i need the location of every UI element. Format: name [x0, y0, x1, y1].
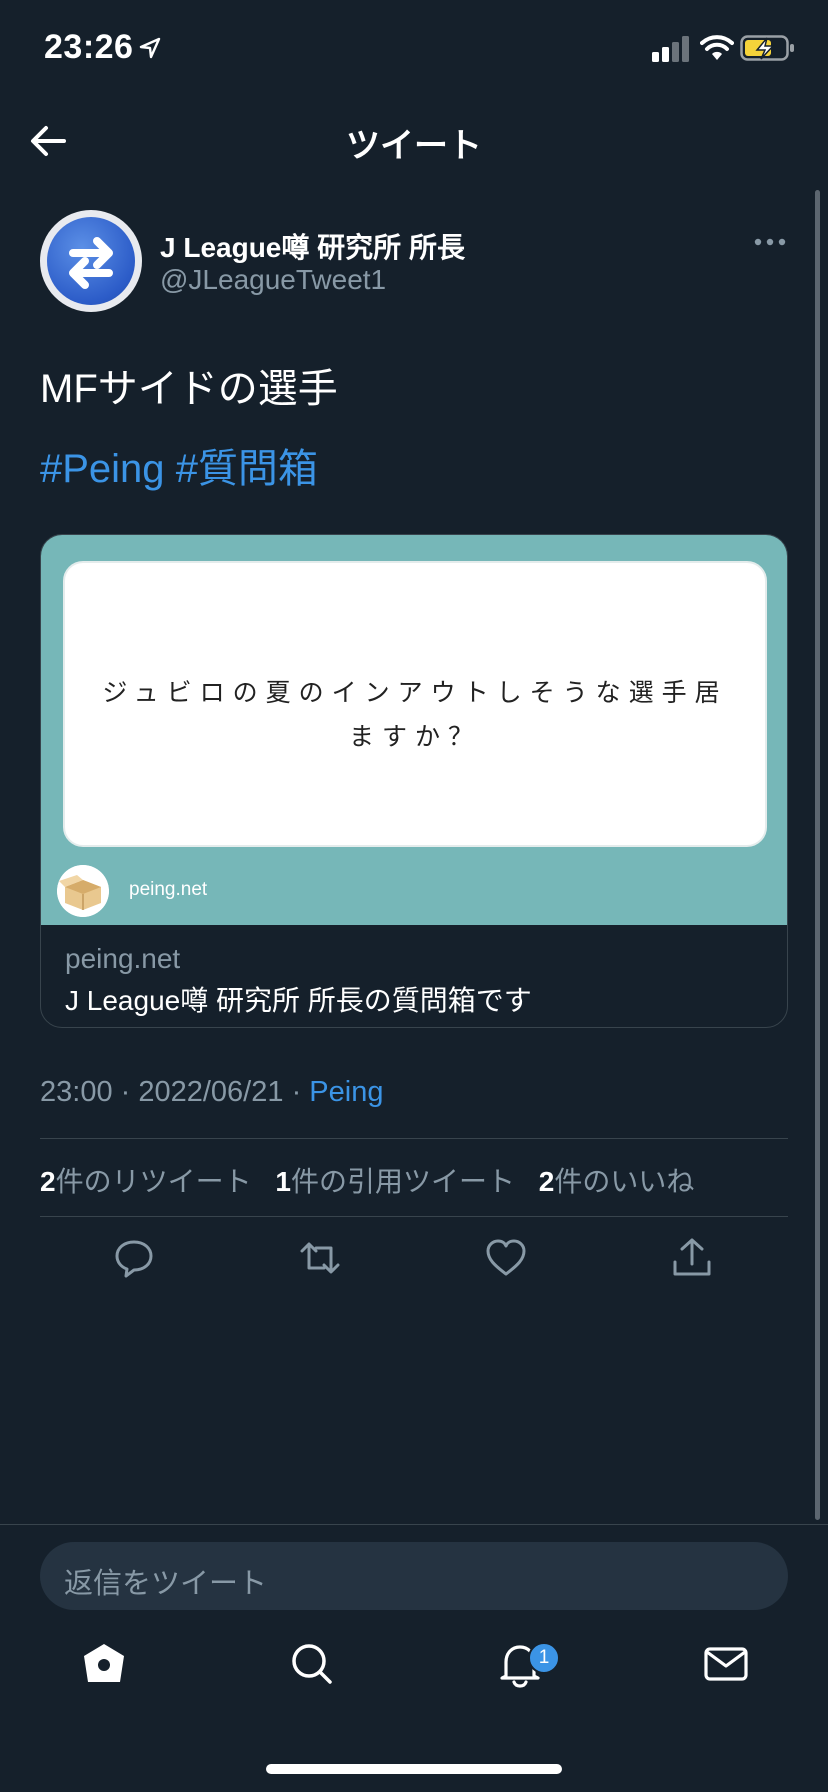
tweet-text: MFサイドの選手	[40, 367, 338, 411]
retweets-count: 2	[40, 1166, 56, 1197]
quotes-count: 1	[275, 1166, 291, 1197]
peing-box-logo	[57, 865, 109, 917]
divider	[40, 1216, 788, 1217]
likes-label: 件のいいね	[554, 1166, 695, 1197]
author-avatar[interactable]	[40, 210, 142, 312]
tweet-timestamp: 23:00 · 2022/06/21 · Peing	[40, 1076, 383, 1109]
tweet-stats: 2件のリツイート 1件の引用ツイート 2件のいいね	[40, 1160, 710, 1200]
retweets-label: 件のリツイート	[55, 1166, 252, 1197]
swap-arrows-icon	[69, 237, 113, 289]
scrollbar[interactable]	[815, 190, 820, 1520]
cellular-signal-icon	[652, 36, 689, 62]
link-preview-card[interactable]: ジュビロの夏のインアウトしそうな選手居ますか？ peing.net peing.…	[40, 534, 788, 1028]
notification-badge: 1	[528, 1642, 560, 1674]
share-icon[interactable]	[670, 1236, 714, 1280]
divider	[40, 1138, 788, 1139]
likes-count: 2	[538, 1166, 555, 1197]
search-icon[interactable]	[288, 1640, 336, 1688]
reply-input[interactable]: 返信をツイート	[40, 1542, 788, 1610]
card-question-text: ジュビロの夏のインアウトしそうな選手居ますか？	[102, 678, 728, 751]
tweet-detail-screen: 23:26 ツイート J League噂 研究所 所長 @JLeagueTwee…	[0, 0, 828, 1792]
hashtag-link[interactable]: #質問箱	[176, 447, 318, 491]
status-bar: 23:26	[0, 0, 828, 100]
wifi-icon	[700, 35, 734, 60]
author-handle[interactable]: @JLeagueTweet1	[160, 264, 386, 296]
card-logo-text: peing.net	[129, 879, 208, 900]
messages-mail-icon[interactable]	[702, 1640, 750, 1688]
hashtag-link[interactable]: #Peing	[40, 447, 165, 491]
meta-separator: ·	[112, 1076, 139, 1108]
quotes-label: 件の引用ツイート	[290, 1166, 515, 1197]
reply-icon[interactable]	[112, 1236, 156, 1280]
like-heart-icon[interactable]	[484, 1236, 528, 1280]
author-name[interactable]: J League噂 研究所 所長	[160, 226, 465, 266]
likes-stat[interactable]: 2件のいいね	[539, 1166, 695, 1197]
tweet-actions	[0, 1236, 828, 1286]
reply-placeholder: 返信をツイート	[64, 1568, 268, 1600]
retweet-icon[interactable]	[298, 1236, 342, 1280]
avatar-image	[47, 217, 135, 305]
tweet-source-link[interactable]: Peing	[309, 1076, 383, 1108]
tweet-hashtags: #Peing #質問箱	[40, 436, 318, 494]
home-icon[interactable]	[80, 1640, 128, 1688]
tweet-date: 2022/06/21	[138, 1076, 284, 1108]
bottom-tab-bar	[0, 1640, 828, 1710]
more-options-icon[interactable]	[752, 230, 788, 254]
meta-separator: ·	[283, 1076, 310, 1108]
page-title: ツイート	[346, 127, 482, 165]
battery-charging-icon	[740, 35, 794, 61]
divider	[0, 1524, 828, 1525]
question-panel: ジュビロの夏のインアウトしそうな選手居ますか？	[63, 561, 767, 847]
card-title: J League噂 研究所 所長の質問箱です	[65, 985, 532, 1016]
retweets-stat[interactable]: 2件のリツイート	[40, 1166, 252, 1197]
card-domain: peing.net	[65, 943, 181, 974]
top-navigation-bar: ツイート	[0, 100, 828, 180]
tweet-time: 23:00	[40, 1076, 113, 1108]
quotes-stat[interactable]: 1件の引用ツイート	[275, 1166, 515, 1197]
card-image: ジュビロの夏のインアウトしそうな選手居ますか？ peing.net	[41, 535, 787, 925]
home-indicator[interactable]	[266, 1764, 562, 1774]
location-arrow-icon	[139, 37, 161, 59]
status-time: 23:26	[44, 28, 134, 66]
